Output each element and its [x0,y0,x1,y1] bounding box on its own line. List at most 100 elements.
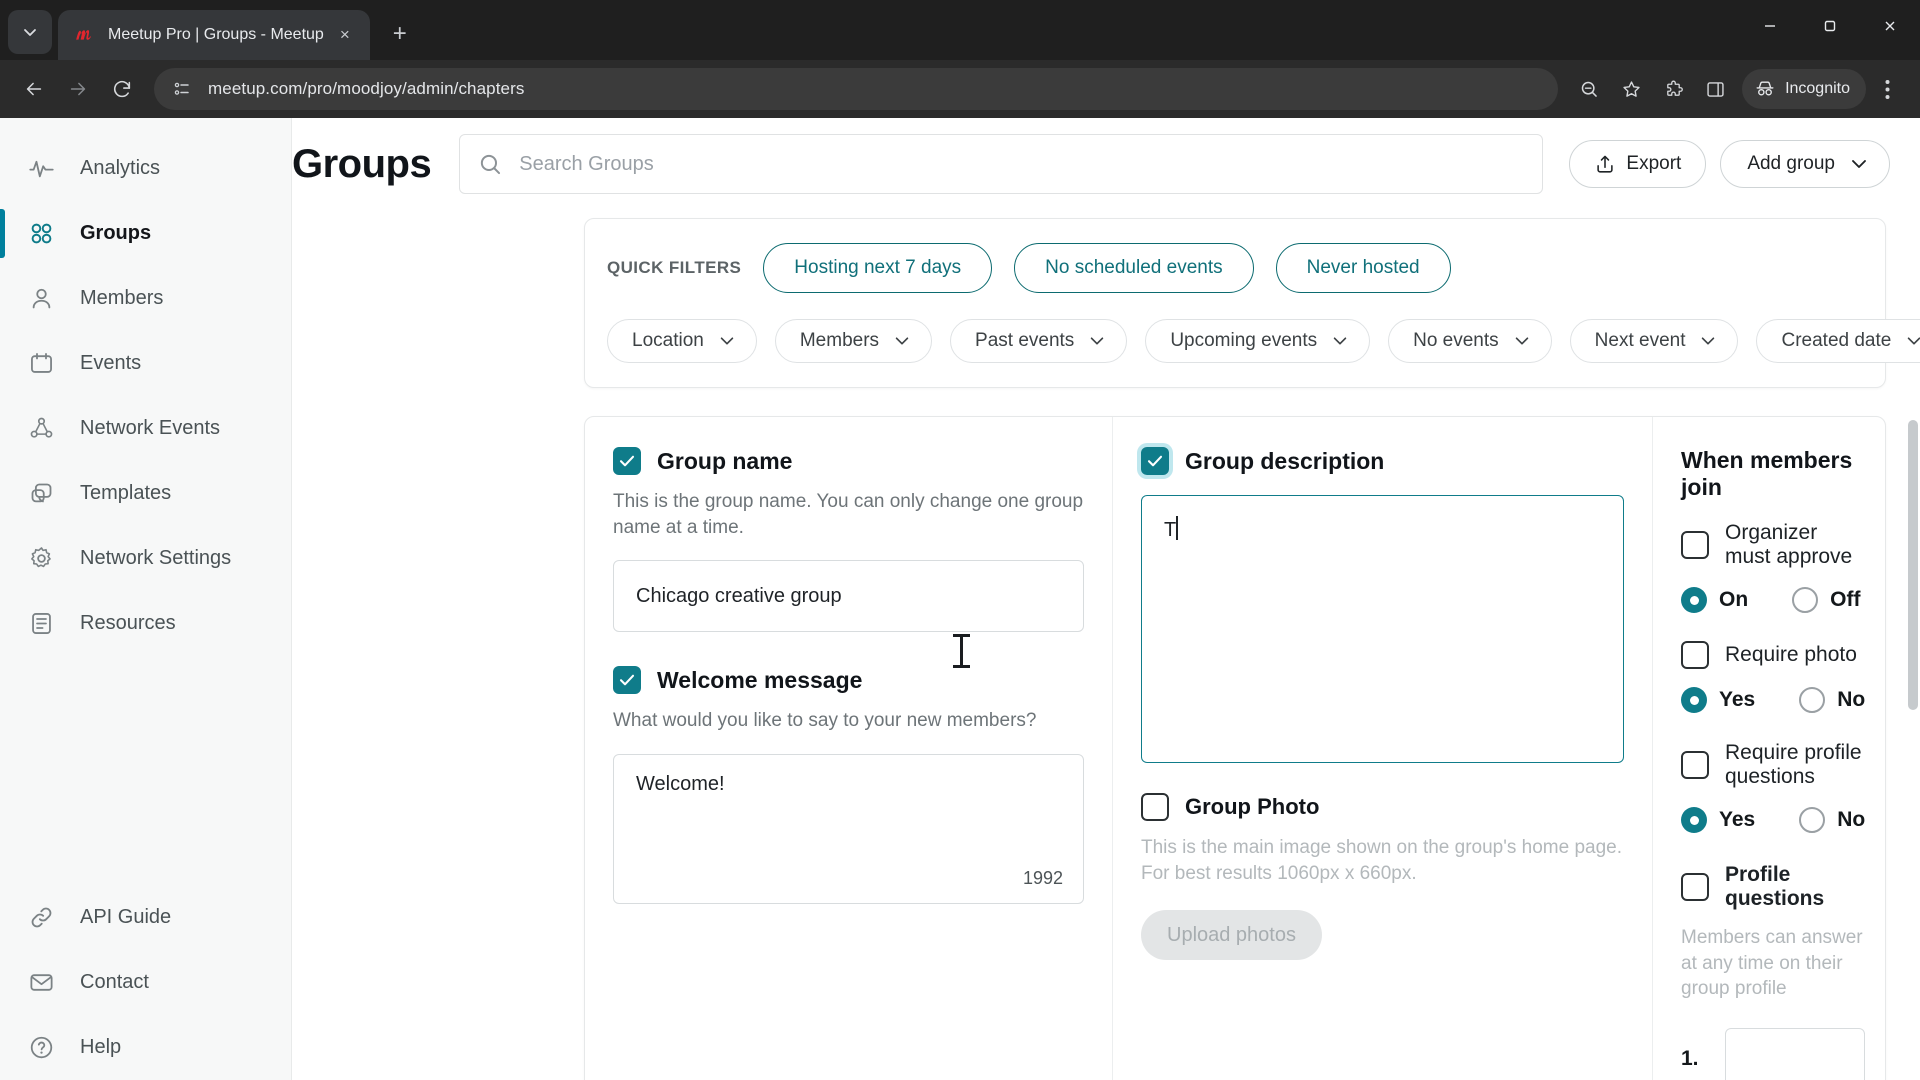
radio-no-unselected[interactable] [1799,807,1826,833]
upload-photos-button[interactable]: Upload photos [1141,910,1322,961]
sidebar-item-templates[interactable]: Templates [0,461,291,526]
radio-off-unselected[interactable] [1792,587,1819,613]
tab-search-dropdown-button[interactable] [8,10,52,54]
sidebar-item-label: Resources [80,612,176,634]
window-maximize-button[interactable] [1800,0,1860,52]
search-icon [478,152,503,177]
filter-dropdown-upcoming-events[interactable]: Upcoming events [1145,319,1371,363]
welcome-message-checkbox-row[interactable]: Welcome message [613,666,1084,695]
radio-option-yes[interactable]: Yes [1681,687,1755,713]
filter-dropdown-members[interactable]: Members [774,319,933,363]
radio-label: Yes [1719,688,1756,711]
minimize-icon [1765,25,1775,27]
radio-option-off[interactable]: Off [1792,587,1861,613]
forward-button[interactable] [56,67,100,111]
sidebar-item-contact[interactable]: Contact [0,950,291,1015]
sidebar-item-members[interactable]: Members [0,266,291,331]
radio-yes-selected[interactable] [1681,807,1707,833]
filters-card: QUICK FILTERS Hosting next 7 days No sch… [584,218,1920,388]
profile-question-input-1[interactable] [1725,1027,1866,1080]
sidebar-item-label: Members [80,287,164,309]
main-content: Groups Search Groups Export Add group QU… [292,118,1920,1080]
chevron-down-icon [720,337,734,345]
sidebar-item-help[interactable]: Help [0,1015,291,1080]
sidebar-item-events[interactable]: Events [0,331,291,396]
profile-questions-row[interactable]: Profile questions [1681,863,1865,911]
column-group-description: Group description T Group Photo This is … [1112,417,1652,1080]
radio-no-unselected[interactable] [1799,687,1826,713]
group-photo-checkbox-row[interactable]: Group Photo [1141,793,1624,821]
group-photo-checkbox[interactable] [1141,793,1169,821]
radio-option-no[interactable]: No [1799,687,1865,713]
chevron-down-icon [1702,337,1715,345]
radio-yes-selected[interactable] [1681,687,1707,713]
sidebar-item-network-settings[interactable]: Network Settings [0,526,291,591]
sidebar-item-analytics[interactable]: Analytics [0,136,291,201]
incognito-profile-button[interactable]: Incognito [1742,69,1866,109]
reload-button[interactable] [100,67,144,111]
column-when-members-join: When members join Organizer must approve… [1652,417,1893,1080]
group-name-checkbox-row[interactable]: Group name [613,447,1084,475]
export-button[interactable]: Export [1569,140,1707,188]
chrome-menu-icon[interactable] [1866,68,1908,110]
group-description-value: T [1164,519,1177,541]
filter-dropdown-next-event[interactable]: Next event [1569,319,1739,363]
filter-dropdown-no-events[interactable]: No events [1388,319,1552,363]
group-description-checkbox-row[interactable]: Group description [1141,447,1624,475]
zoom-out-icon[interactable] [1568,68,1610,110]
radio-option-on[interactable]: On [1681,587,1748,613]
page-viewport: Analytics Groups Members Events Network … [0,118,1920,1080]
group-description-textarea[interactable]: T [1141,495,1624,763]
sidebar-item-network-events[interactable]: Network Events [0,396,291,461]
window-close-button[interactable] [1860,0,1920,52]
filter-dropdown-created-date[interactable]: Created date [1756,319,1920,363]
scrollbar-thumb[interactable] [1908,420,1918,710]
bookmark-star-icon[interactable] [1610,68,1652,110]
add-group-button[interactable]: Add group [1720,140,1890,188]
side-panel-icon[interactable] [1694,68,1736,110]
sidebar-item-resources[interactable]: Resources [0,591,291,656]
vertical-scrollbar[interactable] [1906,120,1918,1078]
radio-option-yes[interactable]: Yes [1681,807,1755,833]
require-profile-questions-row[interactable]: Require profile questions [1681,741,1865,789]
browser-tab[interactable]: Meetup Pro | Groups - Meetup × [58,10,370,60]
quick-filter-chip-never-hosted[interactable]: Never hosted [1275,243,1451,293]
welcome-message-checkbox[interactable] [613,666,641,695]
group-name-help-text: This is the group name. You can only cha… [613,491,1084,538]
radio-label: No [1837,808,1866,831]
quick-filter-chip-no-scheduled-events[interactable]: No scheduled events [1014,243,1254,293]
sidebar-item-label: Network Settings [80,547,232,569]
window-minimize-button[interactable] [1740,0,1800,52]
filter-dropdown-past-events[interactable]: Past events [950,319,1128,363]
quick-filter-chip-hosting-next-7-days[interactable]: Hosting next 7 days [763,243,993,293]
profile-questions-checkbox[interactable] [1681,873,1709,901]
welcome-message-help-text: What would you like to say to your new m… [613,710,1037,732]
radio-label: On [1719,588,1749,611]
require-photo-checkbox[interactable] [1681,641,1709,669]
new-tab-button[interactable]: + [382,16,418,52]
require-photo-row[interactable]: Require photo [1681,641,1865,669]
organizer-must-approve-row[interactable]: Organizer must approve [1681,521,1865,569]
filter-label: Location [632,330,704,351]
tab-close-icon[interactable]: × [332,22,358,48]
filter-dropdown-location[interactable]: Location [607,319,757,363]
organizer-must-approve-checkbox[interactable] [1681,531,1709,559]
address-bar[interactable]: meetup.com/pro/moodjoy/admin/chapters [154,68,1559,110]
page-info-icon[interactable] [170,77,194,101]
radio-option-no[interactable]: No [1799,807,1865,833]
group-name-input[interactable]: Chicago creative group [613,560,1084,633]
welcome-message-textarea[interactable]: Welcome! 1992 [613,753,1084,904]
sidebar-item-api-guide[interactable]: API Guide [0,885,291,950]
radio-on-selected[interactable] [1681,587,1707,613]
export-icon [1597,155,1614,173]
require-profile-questions-checkbox[interactable] [1681,751,1709,779]
sidebar-item-groups[interactable]: Groups [0,201,291,266]
group-name-checkbox[interactable] [613,447,641,475]
back-button[interactable] [12,67,56,111]
extensions-icon[interactable] [1652,68,1694,110]
sidebar-item-label: Events [80,352,142,374]
search-groups-input[interactable]: Search Groups [459,134,1544,194]
group-description-checkbox[interactable] [1141,447,1169,475]
browser-window: Meetup Pro | Groups - Meetup × + meetup.… [0,0,1920,1080]
column-group-name: Group name This is the group name. You c… [585,417,1112,1080]
